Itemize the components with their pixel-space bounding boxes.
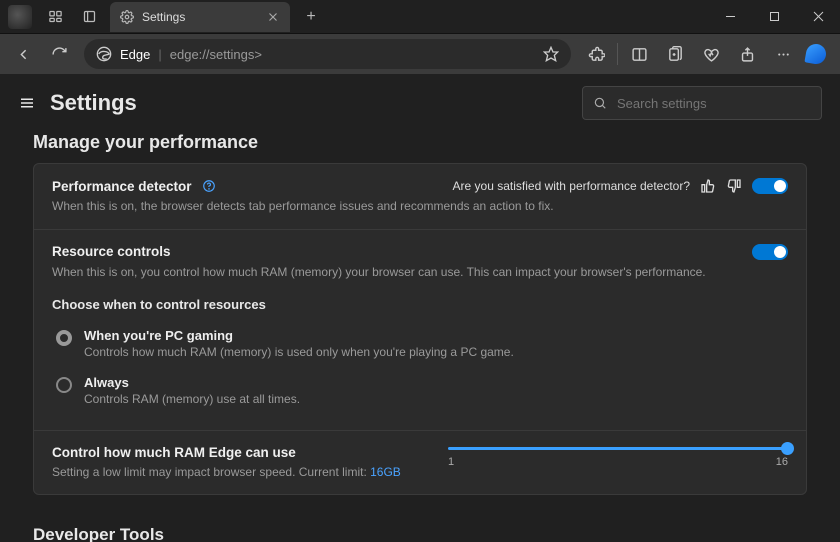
back-button[interactable]	[6, 37, 40, 71]
workspaces-icon[interactable]	[38, 0, 72, 34]
window-titlebar: Settings +	[0, 0, 840, 34]
radio-desc: Controls RAM (memory) use at all times.	[84, 392, 300, 406]
perf-detector-desc: When this is on, the browser detects tab…	[52, 198, 788, 215]
radio-label: Always	[84, 375, 300, 390]
refresh-button[interactable]	[42, 37, 76, 71]
info-icon[interactable]	[202, 179, 216, 193]
radio-indicator	[56, 330, 72, 346]
radio-indicator	[56, 377, 72, 393]
new-tab-button[interactable]: +	[296, 2, 326, 32]
copilot-icon[interactable]	[804, 42, 827, 65]
perf-detector-title: Performance detector	[52, 179, 192, 194]
settings-search-input[interactable]	[617, 96, 811, 111]
choose-resources-label: Choose when to control resources	[52, 297, 788, 312]
ram-control-desc: Setting a low limit may impact browser s…	[52, 464, 430, 481]
resource-controls-title: Resource controls	[52, 244, 171, 259]
section-heading: Manage your performance	[0, 132, 840, 163]
gear-icon	[120, 10, 134, 24]
slider-max-label: 16	[776, 456, 788, 468]
address-path: edge://settings>	[170, 47, 262, 62]
radio-label: When you're PC gaming	[84, 328, 514, 343]
address-host: Edge	[120, 47, 150, 62]
share-icon[interactable]	[730, 37, 764, 71]
developer-tools-heading: Developer Tools	[0, 495, 840, 542]
collections-icon[interactable]	[658, 37, 692, 71]
radio-option-gaming[interactable]: When you're PC gaming Controls how much …	[52, 322, 788, 369]
slider-thumb[interactable]	[781, 442, 794, 455]
extensions-icon[interactable]	[579, 37, 613, 71]
minimize-button[interactable]	[708, 0, 752, 34]
ram-current-limit: 16GB	[370, 465, 401, 479]
perf-detector-toggle[interactable]	[752, 178, 788, 194]
settings-search[interactable]	[582, 86, 822, 120]
browser-tab[interactable]: Settings	[110, 2, 290, 32]
favorite-icon[interactable]	[543, 46, 559, 62]
tab-title: Settings	[142, 10, 185, 24]
resource-controls-toggle[interactable]	[752, 244, 788, 260]
survey-text: Are you satisfied with performance detec…	[453, 179, 690, 193]
page-title: Settings	[50, 90, 137, 116]
performance-card: Performance detector Are you satisfied w…	[33, 163, 807, 495]
resource-controls-desc: When this is on, you control how much RA…	[52, 264, 788, 281]
edge-logo-icon	[96, 46, 112, 62]
ram-control-title: Control how much RAM Edge can use	[52, 445, 430, 460]
ram-slider[interactable]	[448, 447, 788, 450]
thumbs-up-icon[interactable]	[700, 178, 716, 194]
radio-desc: Controls how much RAM (memory) is used o…	[84, 345, 514, 359]
maximize-button[interactable]	[752, 0, 796, 34]
thumbs-down-icon[interactable]	[726, 178, 742, 194]
close-icon[interactable]	[266, 10, 280, 24]
close-window-button[interactable]	[796, 0, 840, 34]
radio-option-always[interactable]: Always Controls RAM (memory) use at all …	[52, 369, 788, 416]
search-icon	[593, 96, 607, 110]
browser-toolbar: Edge | edge://settings>	[0, 34, 840, 74]
profile-avatar[interactable]	[8, 5, 32, 29]
tab-actions-icon[interactable]	[72, 0, 106, 34]
settings-page: Settings Manage your performance Perform…	[0, 74, 840, 542]
browser-essentials-icon[interactable]	[694, 37, 728, 71]
more-menu-icon[interactable]	[766, 37, 800, 71]
slider-min-label: 1	[448, 456, 454, 468]
hamburger-menu-icon[interactable]	[18, 94, 36, 112]
address-bar[interactable]: Edge | edge://settings>	[84, 39, 571, 69]
split-screen-icon[interactable]	[622, 37, 656, 71]
